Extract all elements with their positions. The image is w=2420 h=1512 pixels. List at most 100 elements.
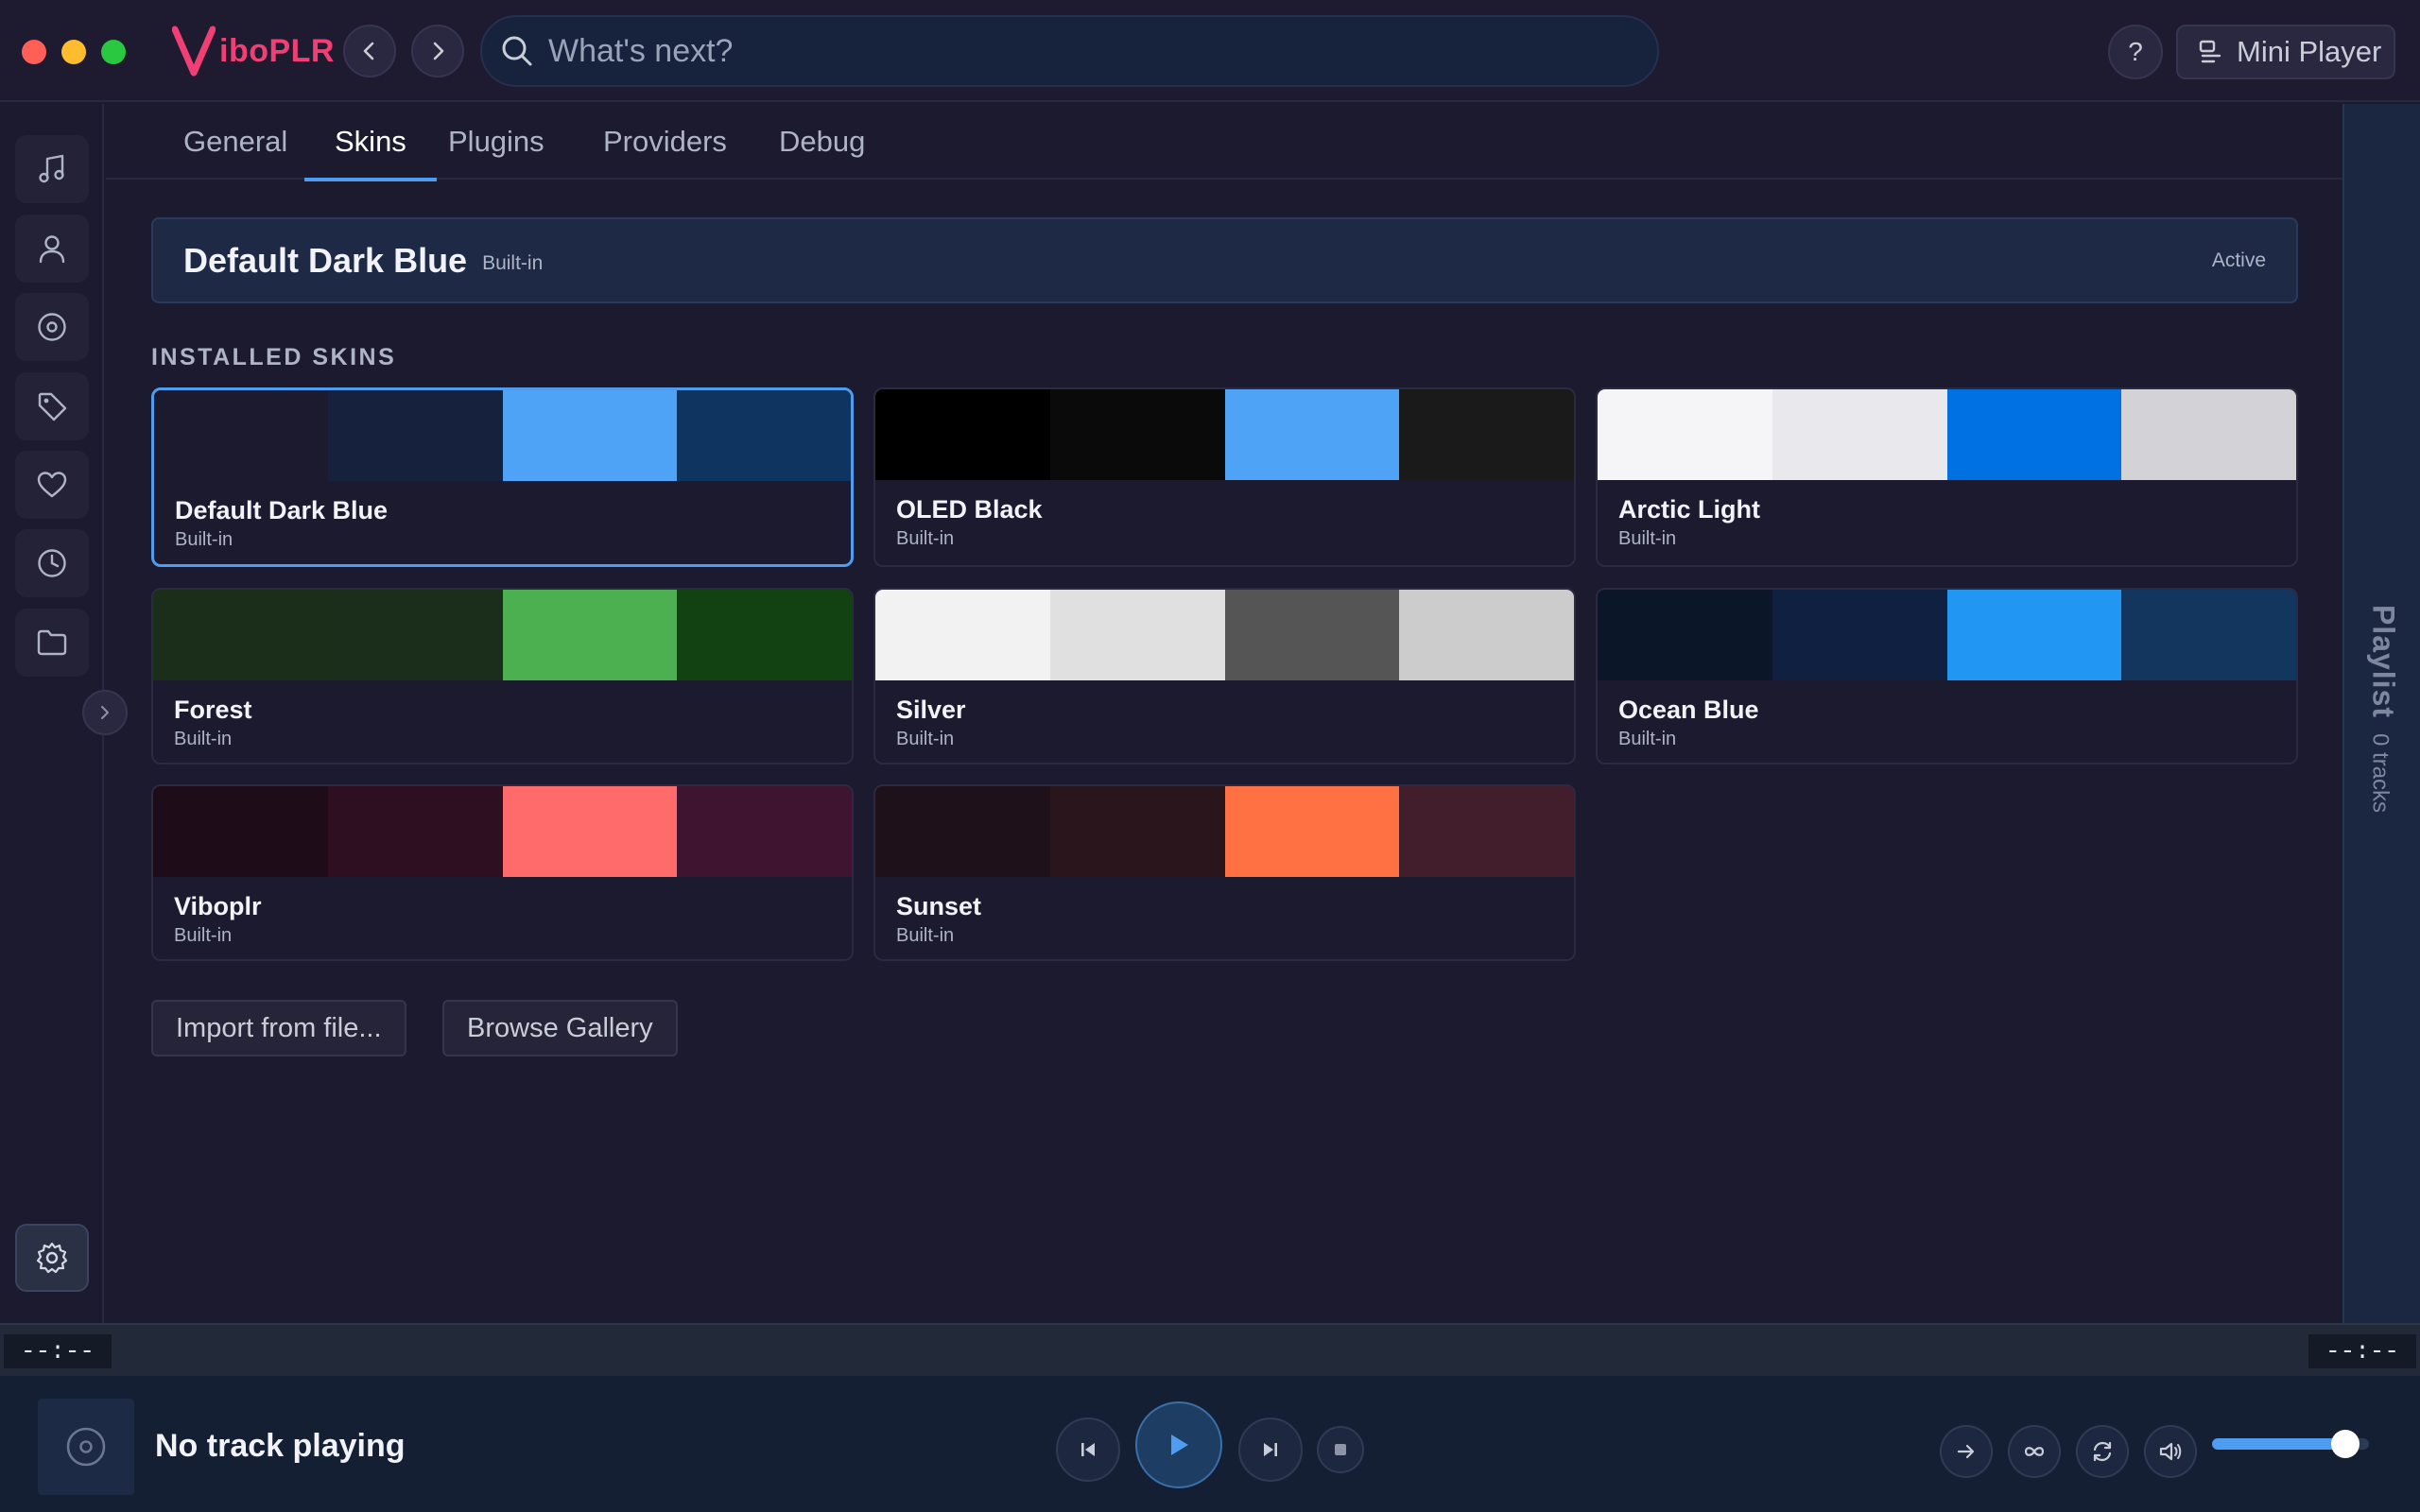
swatch — [502, 390, 677, 481]
browse-gallery-button[interactable]: Browse Gallery — [442, 1000, 678, 1057]
stop-icon — [1335, 1444, 1346, 1455]
stop-button[interactable] — [1317, 1426, 1364, 1473]
gear-icon — [36, 1242, 68, 1274]
search-icon — [502, 36, 532, 66]
skin-name: Default Dark Blue — [175, 496, 389, 524]
tab-label: Skins — [335, 125, 406, 158]
title-bar: iboPLR ? Mini Player — [0, 0, 2420, 102]
skin-swatches — [875, 389, 1574, 480]
skin-card-viboplr[interactable]: Viboplr Built-in — [151, 784, 854, 961]
album-art-placeholder — [38, 1399, 134, 1495]
skin-tag: Built-in — [1618, 528, 1677, 549]
skin-swatches — [153, 786, 852, 877]
now-playing-title: No track playing — [155, 1428, 406, 1464]
tab-providers[interactable]: Providers — [573, 104, 757, 180]
swatch — [875, 590, 1050, 680]
skin-swatches — [1598, 389, 2296, 480]
swatch — [2121, 389, 2296, 480]
sidebar-item-settings[interactable] — [15, 1224, 89, 1292]
search-input[interactable] — [548, 32, 1588, 70]
sidebar-item-folders[interactable] — [15, 609, 89, 677]
playlist-panel-toggle[interactable]: Playlist 0 tracks — [2342, 104, 2420, 1323]
skin-tag: Built-in — [896, 528, 955, 549]
volume-knob[interactable] — [2331, 1430, 2360, 1458]
sidebar-item-history[interactable] — [15, 529, 89, 597]
sidebar-item-artists[interactable] — [15, 215, 89, 283]
sidebar-item-tags[interactable] — [15, 372, 89, 440]
zoom-window-button[interactable] — [101, 40, 126, 64]
repeat-button[interactable] — [2076, 1425, 2129, 1478]
skin-card-ocean-blue[interactable]: Ocean Blue Built-in — [1596, 588, 2298, 765]
volume-slider[interactable] — [2212, 1430, 2369, 1458]
active-skin-banner: Default Dark Blue Built-in Active — [151, 217, 2298, 303]
swatch — [676, 390, 851, 481]
skip-forward-icon — [1264, 1443, 1277, 1456]
play-next-mode-button[interactable] — [1940, 1425, 1993, 1478]
skin-name: Forest — [174, 696, 252, 724]
skin-name: Silver — [896, 696, 966, 724]
swatch — [1399, 590, 1574, 680]
sidebar-item-favorites[interactable] — [15, 451, 89, 519]
music-note-icon — [39, 154, 64, 183]
tab-debug[interactable]: Debug — [749, 104, 895, 180]
active-status-badge: Active — [2211, 249, 2266, 271]
skin-swatches — [153, 590, 852, 680]
mini-player-button[interactable]: Mini Player — [2176, 25, 2395, 79]
repeat-icon — [2093, 1441, 2112, 1462]
playlist-title: Playlist — [2366, 604, 2401, 719]
logo-v-icon — [172, 26, 216, 77]
forward-button[interactable] — [411, 25, 464, 77]
swatch — [502, 590, 678, 680]
skin-card-forest[interactable]: Forest Built-in — [151, 588, 854, 765]
swatch — [2121, 590, 2296, 680]
next-track-button[interactable] — [1238, 1418, 1303, 1482]
tab-label: Providers — [603, 125, 727, 158]
skin-name: OLED Black — [896, 495, 1043, 524]
swatch — [1598, 389, 1772, 480]
settings-tabs: General Skins Plugins Providers Debug — [106, 104, 2342, 181]
swatch — [1224, 786, 1400, 877]
seek-bar[interactable]: --:-- --:-- — [0, 1323, 2420, 1376]
infinite-play-button[interactable] — [2008, 1425, 2061, 1478]
tab-skins[interactable]: Skins — [304, 104, 437, 181]
previous-track-button[interactable] — [1056, 1418, 1120, 1482]
swatch — [875, 389, 1050, 480]
skin-card-sunset[interactable]: Sunset Built-in — [873, 784, 1576, 961]
tab-label: General — [183, 125, 288, 158]
skin-card-arctic-light[interactable]: Arctic Light Built-in — [1596, 387, 2298, 567]
gallery-label: Browse Gallery — [467, 1012, 653, 1043]
close-window-button[interactable] — [22, 40, 46, 64]
swatch — [1946, 389, 2122, 480]
sidebar-expand-button[interactable] — [82, 690, 128, 735]
swatch — [502, 786, 678, 877]
tab-label: Debug — [779, 125, 866, 158]
skin-card-default-dark-blue[interactable]: Default Dark Blue Built-in — [151, 387, 854, 567]
tab-plugins[interactable]: Plugins — [418, 104, 575, 180]
back-button[interactable] — [343, 25, 396, 77]
swatch — [1772, 590, 1947, 680]
swatch — [1399, 786, 1574, 877]
skin-card-oled-black[interactable]: OLED Black Built-in — [873, 387, 1576, 567]
swatch — [1224, 389, 1400, 480]
chevron-left-icon — [363, 42, 374, 60]
sidebar-item-music[interactable] — [15, 135, 89, 203]
sidebar-item-albums[interactable] — [15, 293, 89, 361]
skin-tag: Built-in — [174, 925, 233, 946]
mini-player-icon — [2199, 40, 2221, 63]
help-button[interactable]: ? — [2108, 25, 2163, 79]
playlist-header: Playlist 0 tracks — [2366, 605, 2401, 813]
search-bar[interactable] — [480, 15, 1659, 87]
tab-general[interactable]: General — [153, 104, 318, 180]
skin-card-silver[interactable]: Silver Built-in — [873, 588, 1576, 765]
tab-label: Plugins — [448, 125, 544, 158]
swatch — [153, 590, 328, 680]
import-label: Import from file... — [176, 1012, 382, 1043]
active-skin-name: Default Dark Blue — [183, 240, 468, 280]
minimize-window-button[interactable] — [61, 40, 86, 64]
volume-fill — [2212, 1438, 2346, 1450]
clock-icon — [38, 549, 66, 577]
play-button[interactable] — [1135, 1401, 1222, 1488]
import-from-file-button[interactable]: Import from file... — [151, 1000, 406, 1057]
swatch — [154, 390, 329, 481]
volume-button[interactable] — [2144, 1425, 2197, 1478]
